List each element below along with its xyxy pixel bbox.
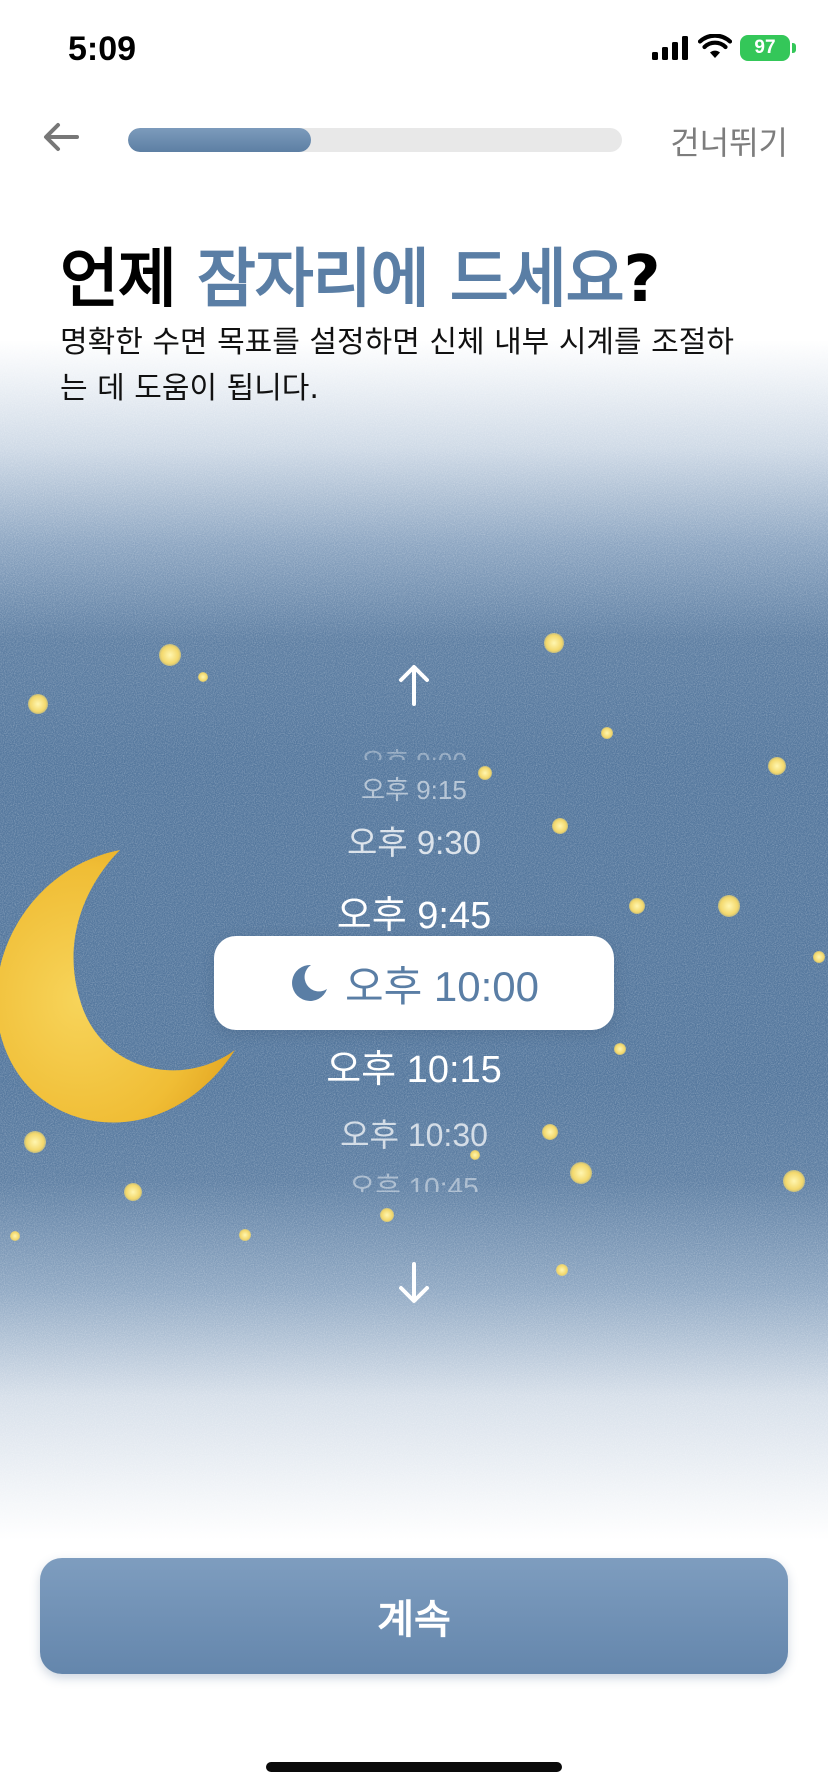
arrow-left-icon — [44, 123, 79, 151]
title-suffix: ? — [623, 243, 661, 317]
page-title: 언제 잠자리에 드세요? — [60, 228, 661, 320]
arrow-up-icon — [399, 665, 429, 706]
status-bar: 5:09 97 — [0, 0, 828, 100]
star — [544, 633, 564, 653]
status-time: 5:09 — [68, 30, 137, 68]
star — [614, 1043, 626, 1055]
star — [24, 1131, 46, 1153]
page-subtitle: 명확한 수면 목표를 설정하면 신체 내부 시계를 조절하는 데 도움이 됩니다… — [60, 325, 734, 406]
scroll-down-button[interactable] — [389, 1258, 439, 1308]
star — [768, 757, 786, 775]
star — [718, 895, 740, 917]
star — [239, 1229, 251, 1241]
star — [124, 1183, 142, 1201]
picker-option[interactable]: 오후 10:15 — [214, 1038, 614, 1093]
star — [629, 898, 645, 914]
star — [813, 951, 825, 963]
picker-option[interactable]: 오후 10:30 — [214, 1110, 614, 1156]
star — [783, 1170, 805, 1192]
onboarding-progress-bar — [128, 128, 622, 152]
skip-button[interactable]: 건너뛰기 — [670, 118, 788, 164]
arrow-down-icon — [399, 1262, 429, 1303]
star — [601, 727, 613, 739]
battery-indicator: 97 — [740, 35, 790, 61]
wifi-icon — [698, 34, 732, 58]
title-prefix: 언제 — [60, 243, 198, 317]
star — [28, 694, 48, 714]
moon-icon — [292, 964, 327, 1001]
star — [10, 1231, 20, 1241]
back-button[interactable] — [36, 112, 86, 162]
selected-time-label: 오후 10:00 — [344, 962, 540, 1010]
selected-time-option[interactable]: 오후 10:00 — [214, 936, 614, 1030]
scroll-up-button[interactable] — [389, 660, 439, 710]
cellular-signal-icon — [652, 36, 688, 60]
title-accent: 잠자리에 드세요 — [197, 243, 624, 317]
star — [380, 1208, 394, 1222]
star — [198, 672, 208, 682]
picker-option[interactable]: 오후 9:00 — [214, 742, 614, 760]
bedtime-screen: 5:09 97 건너뛰기 언제 잠자리에 드세요? 명확한 수면 목표를 설정하… — [0, 0, 828, 1792]
battery-level: 97 — [754, 37, 776, 58]
star — [159, 644, 181, 666]
crescent-moon-illustration — [0, 850, 235, 1123]
progress-fill — [128, 128, 311, 152]
continue-button[interactable]: 계속 — [40, 1558, 788, 1674]
picker-option[interactable]: 오후 9:30 — [214, 816, 614, 864]
home-indicator — [266, 1762, 562, 1772]
star — [556, 1264, 568, 1276]
battery-nub — [792, 43, 796, 53]
picker-option[interactable]: 오후 9:45 — [214, 884, 614, 939]
picker-option[interactable]: 오후 10:45 — [214, 1166, 614, 1192]
picker-option[interactable]: 오후 9:15 — [214, 770, 614, 807]
